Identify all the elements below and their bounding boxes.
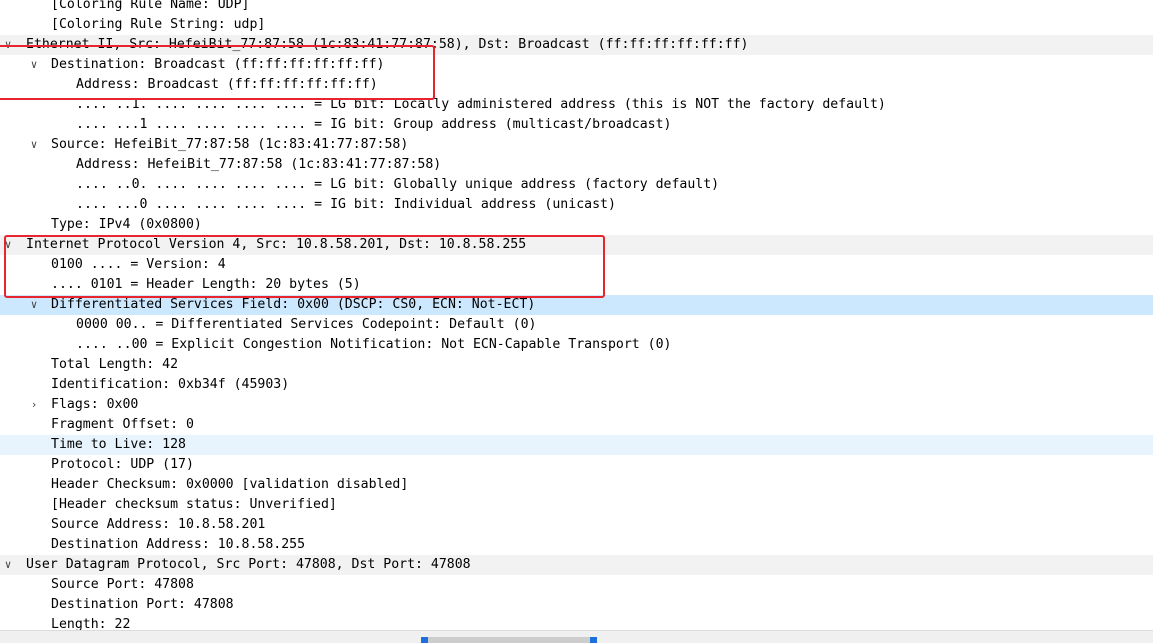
row-text: Address: Broadcast (ff:ff:ff:ff:ff:ff)	[76, 77, 378, 92]
row-text: Time to Live: 128	[51, 437, 186, 452]
row-text: 0000 00.. = Differentiated Services Code…	[76, 317, 537, 332]
field-row[interactable]: 0000 00.. = Differentiated Services Code…	[0, 315, 1153, 335]
row-text: Source Port: 47808	[51, 577, 194, 592]
chevron-down-icon[interactable]: ∨	[28, 295, 40, 315]
chevron-right-icon[interactable]: ›	[28, 395, 40, 415]
row-text: [Coloring Rule String: udp]	[51, 17, 266, 32]
row-text: Internet Protocol Version 4, Src: 10.8.5…	[26, 237, 527, 252]
field-row[interactable]: .... 0101 = Header Length: 20 bytes (5)	[0, 275, 1153, 295]
row-text: Protocol: UDP (17)	[51, 457, 194, 472]
chevron-down-icon[interactable]: ∨	[2, 555, 14, 575]
row-text: Differentiated Services Field: 0x00 (DSC…	[51, 297, 536, 312]
field-row[interactable]: ∨ Destination: Broadcast (ff:ff:ff:ff:ff:…	[0, 55, 1153, 75]
chevron-down-icon[interactable]: ∨	[2, 235, 14, 255]
field-row[interactable]: [Coloring Rule Name: UDP]	[0, 0, 1153, 15]
row-text: Header Checksum: 0x0000 [validation disa…	[51, 477, 409, 492]
scrollbar-marker	[590, 637, 597, 643]
field-row[interactable]: ∨ Differentiated Services Field: 0x00 (DS…	[0, 295, 1153, 315]
row-text: Fragment Offset: 0	[51, 417, 194, 432]
row-text: Total Length: 42	[51, 357, 179, 372]
row-text: .... ..00 = Explicit Congestion Notifica…	[76, 337, 672, 352]
row-text: 0100 .... = Version: 4	[51, 257, 226, 272]
protocol-row[interactable]: ∨ Internet Protocol Version 4, Src: 10.8.…	[0, 235, 1153, 255]
row-text: User Datagram Protocol, Src Port: 47808,…	[26, 557, 471, 572]
row-text: Type: IPv4 (0x0800)	[51, 217, 202, 232]
field-row[interactable]: .... ..0. .... .... .... .... = LG bit: …	[0, 175, 1153, 195]
protocol-row[interactable]: ∨ User Datagram Protocol, Src Port: 47808…	[0, 555, 1153, 575]
row-text: Source Address: 10.8.58.201	[51, 517, 266, 532]
row-text: Destination: Broadcast (ff:ff:ff:ff:ff:f…	[51, 57, 385, 72]
field-row[interactable]: [Header checksum status: Unverified]	[0, 495, 1153, 515]
row-text: Source: HefeiBit_77:87:58 (1c:83:41:77:8…	[51, 137, 409, 152]
field-row[interactable]: [Coloring Rule String: udp]	[0, 15, 1153, 35]
field-row[interactable]: › Flags: 0x00	[0, 395, 1153, 415]
field-row[interactable]: .... ...1 .... .... .... .... = IG bit: …	[0, 115, 1153, 135]
field-row[interactable]: Header Checksum: 0x0000 [validation disa…	[0, 475, 1153, 495]
row-text: [Coloring Rule Name: UDP]	[51, 0, 250, 12]
field-row[interactable]: Time to Live: 128	[0, 435, 1153, 455]
field-row[interactable]: Destination Port: 47808	[0, 595, 1153, 615]
field-row[interactable]: Type: IPv4 (0x0800)	[0, 215, 1153, 235]
row-text: [Header checksum status: Unverified]	[51, 497, 337, 512]
row-text: Address: HefeiBit_77:87:58 (1c:83:41:77:…	[76, 157, 442, 172]
row-text: Flags: 0x00	[51, 397, 139, 412]
field-row[interactable]: .... ..1. .... .... .... .... = LG bit: …	[0, 95, 1153, 115]
field-row[interactable]: ∨ Source: HefeiBit_77:87:58 (1c:83:41:77:…	[0, 135, 1153, 155]
field-row[interactable]: Address: HefeiBit_77:87:58 (1c:83:41:77:…	[0, 155, 1153, 175]
row-text: Ethernet II, Src: HefeiBit_77:87:58 (1c:…	[26, 37, 749, 52]
field-row[interactable]: Fragment Offset: 0	[0, 415, 1153, 435]
field-row[interactable]: Source Address: 10.8.58.201	[0, 515, 1153, 535]
field-row[interactable]: Protocol: UDP (17)	[0, 455, 1153, 475]
field-row[interactable]: Identification: 0xb34f (45903)	[0, 375, 1153, 395]
row-text: Identification: 0xb34f (45903)	[51, 377, 290, 392]
protocol-row[interactable]: ∨ Ethernet II, Src: HefeiBit_77:87:58 (1c…	[0, 35, 1153, 55]
field-row[interactable]: 0100 .... = Version: 4	[0, 255, 1153, 275]
row-text: .... 0101 = Header Length: 20 bytes (5)	[51, 277, 361, 292]
field-row[interactable]: .... ..00 = Explicit Congestion Notifica…	[0, 335, 1153, 355]
chevron-down-icon[interactable]: ∨	[28, 135, 40, 155]
chevron-down-icon[interactable]: ∨	[28, 55, 40, 75]
packet-details-tree[interactable]: [Coloring Rule Name: UDP] [Coloring Rule …	[0, 0, 1153, 635]
row-text: Destination Address: 10.8.58.255	[51, 537, 306, 552]
field-row[interactable]: Address: Broadcast (ff:ff:ff:ff:ff:ff)	[0, 75, 1153, 95]
row-text: .... ..0. .... .... .... .... = LG bit: …	[76, 177, 720, 192]
field-row[interactable]: Source Port: 47808	[0, 575, 1153, 595]
scrollbar-marker	[421, 637, 428, 643]
row-text: .... ...0 .... .... .... .... = IG bit: …	[76, 197, 616, 212]
field-row[interactable]: .... ...0 .... .... .... .... = IG bit: …	[0, 195, 1153, 215]
chevron-down-icon[interactable]: ∨	[2, 35, 14, 55]
scrollbar-thumb[interactable]	[428, 637, 590, 643]
row-text: .... ...1 .... .... .... .... = IG bit: …	[76, 117, 672, 132]
row-text: Destination Port: 47808	[51, 597, 234, 612]
horizontal-scrollbar[interactable]	[0, 630, 1153, 643]
field-row[interactable]: Total Length: 42	[0, 355, 1153, 375]
field-row[interactable]: Destination Address: 10.8.58.255	[0, 535, 1153, 555]
row-text: .... ..1. .... .... .... .... = LG bit: …	[76, 97, 886, 112]
